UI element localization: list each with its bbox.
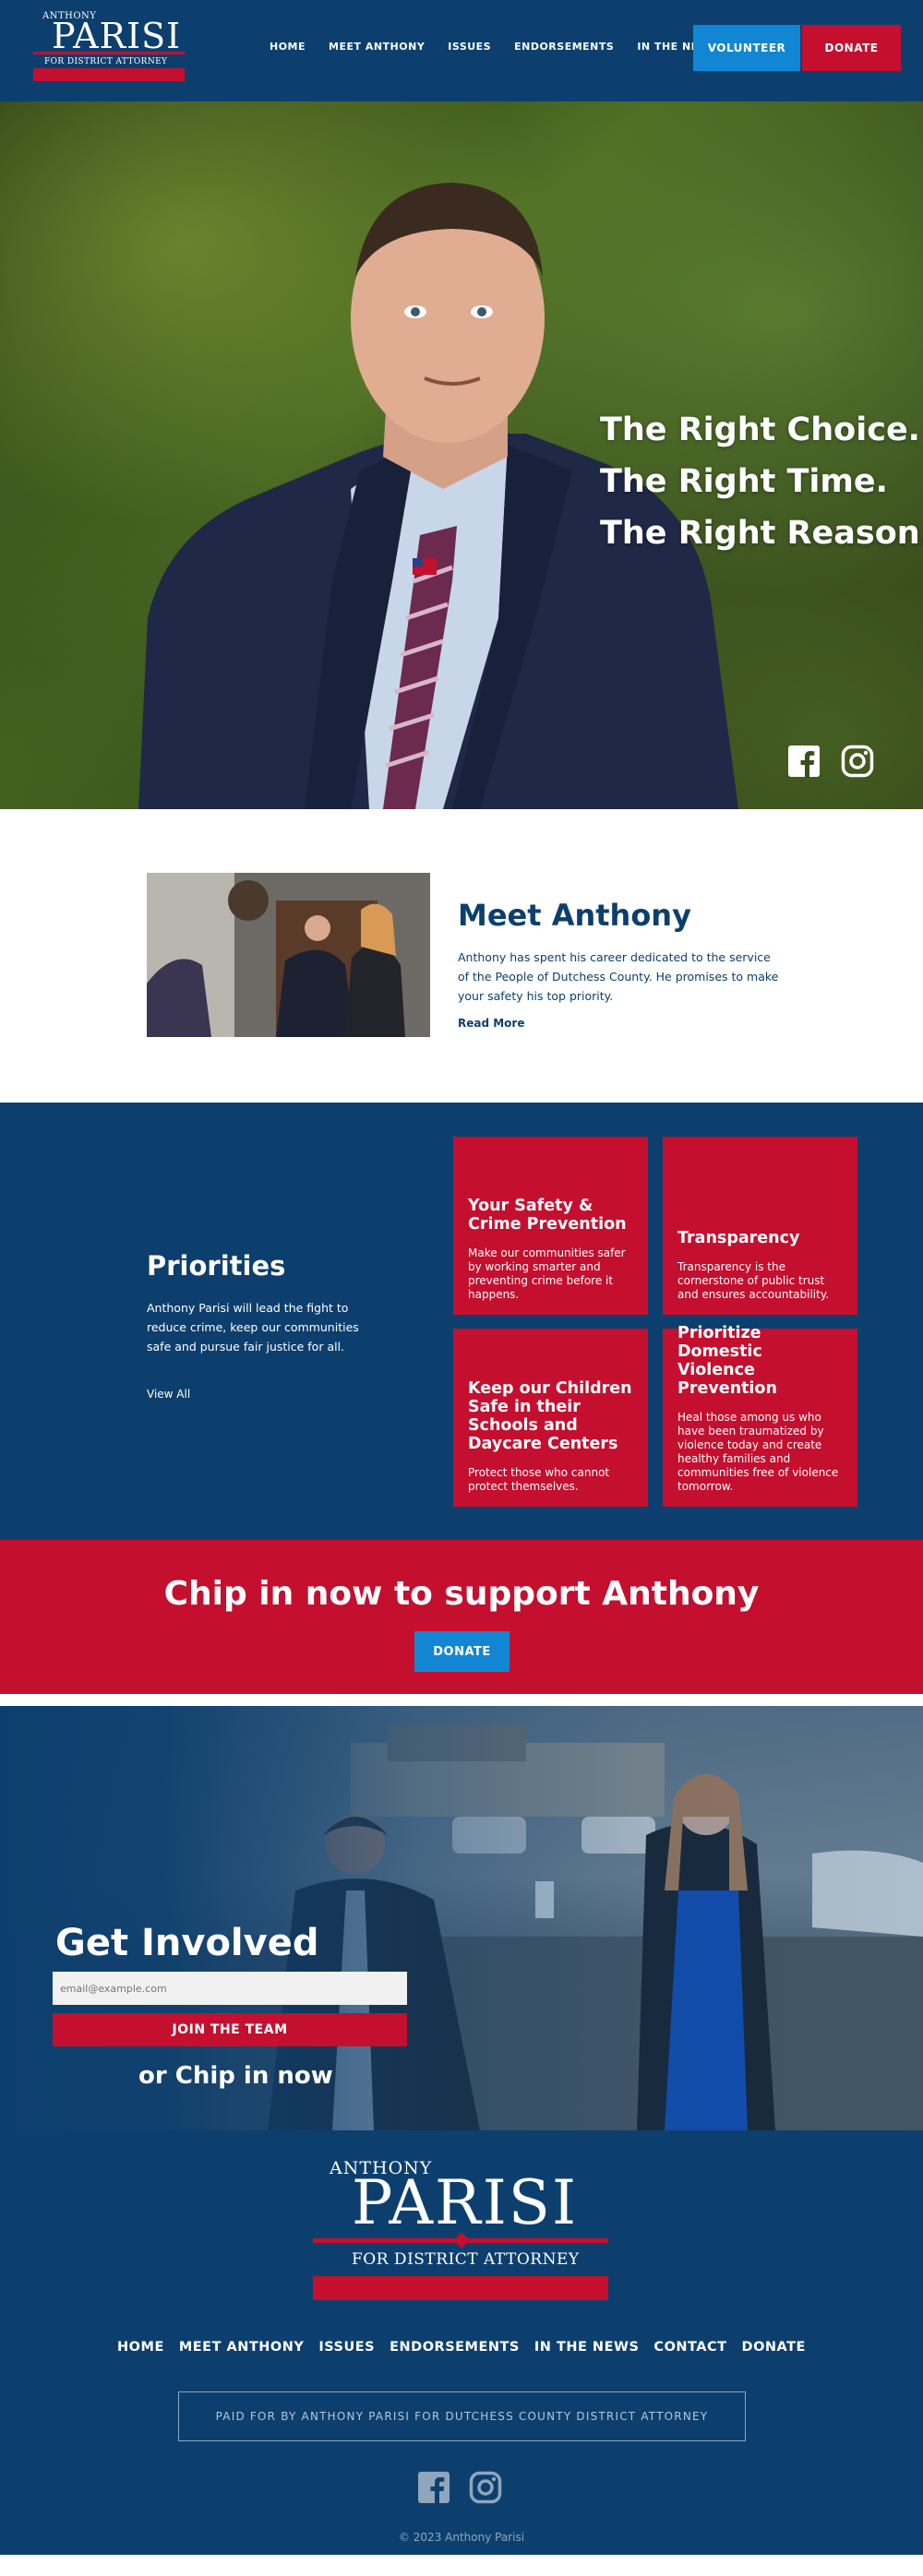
footer-nav-issues[interactable]: ISSUES — [318, 2340, 375, 2355]
priority-card-safety[interactable]: Your Safety & Crime Prevention Make our … — [453, 1137, 648, 1315]
priority-card-transparency[interactable]: Transparency Transparency is the corners… — [663, 1137, 857, 1315]
priority-card-title: Keep our Children Safe in their Schools … — [468, 1379, 632, 1453]
priority-card-desc: Transparency is the cornerstone of publi… — [677, 1260, 830, 1301]
instagram-icon[interactable] — [841, 745, 874, 778]
chip-in-donate-button[interactable]: DONATE — [414, 1631, 509, 1672]
footer-nav-in-the-news[interactable]: IN THE NEWS — [534, 2340, 640, 2355]
hero-line-2: The Right Time. — [600, 463, 888, 500]
meet-description: Anthony has spent his career dedicated t… — [458, 950, 779, 1003]
join-the-team-button[interactable]: JOIN THE TEAM — [53, 2013, 407, 2046]
facebook-icon[interactable] — [417, 2471, 450, 2504]
facebook-icon[interactable] — [787, 745, 821, 778]
footer-logo-last-name: PARISI — [352, 2167, 579, 2238]
get-involved-section: Get Involved JOIN THE TEAM or Chip in no… — [0, 1706, 923, 2130]
nav-meet-anthony[interactable]: MEET ANTHONY — [329, 41, 425, 53]
hero-line-3: The Right Reason. — [600, 515, 923, 552]
nav-endorsements[interactable]: ENDORSEMENTS — [514, 41, 614, 53]
footer-nav-home[interactable]: HOME — [117, 2340, 164, 2355]
chip-in-section: Chip in now to support Anthony DONATE — [0, 1540, 923, 1706]
nav-home[interactable]: HOME — [270, 41, 306, 53]
meet-section: Meet Anthony Anthony has spent his caree… — [0, 809, 923, 1103]
footer-nav-endorsements[interactable]: ENDORSEMENTS — [390, 2340, 520, 2355]
site-footer: ANTHONY PARISI FOR DISTRICT ATTORNEY HOM… — [0, 2130, 923, 2555]
hero-tagline: The Right Choice. The Right Time. The Ri… — [600, 404, 923, 559]
priority-card-domestic-violence[interactable]: Prioritize Domestic Violence Prevention … — [663, 1324, 857, 1507]
volunteer-button[interactable]: VOLUNTEER — [693, 25, 800, 71]
priority-card-desc: Protect those who cannot protect themsel… — [468, 1466, 610, 1493]
hero-section: The Right Choice. The Right Time. The Ri… — [0, 101, 923, 809]
logo-rule — [33, 52, 185, 54]
priority-card-desc: Heal those among us who have been trauma… — [677, 1411, 839, 1493]
priorities-title: Priorities — [147, 1250, 286, 1282]
footer-logo[interactable]: ANTHONY PARISI FOR DISTRICT ATTORNEY — [313, 2158, 608, 2300]
meet-title: Meet Anthony — [458, 898, 691, 933]
hero-line-1: The Right Choice. — [600, 411, 920, 448]
site-header: ANTHONY PARISI FOR DISTRICT ATTORNEY HOM… — [0, 0, 923, 101]
chip-in-title: Chip in now to support Anthony — [163, 1575, 760, 1613]
footer-nav-meet-anthony[interactable]: MEET ANTHONY — [179, 2340, 305, 2355]
footer-logo-bar — [313, 2276, 608, 2300]
email-input[interactable] — [53, 1972, 407, 2005]
priority-card-title: Your Safety & Crime Prevention — [468, 1197, 627, 1234]
footer-nav-donate[interactable]: DONATE — [742, 2340, 806, 2355]
priority-card-title: Transparency — [677, 1229, 800, 1247]
footer-nav-contact[interactable]: CONTACT — [653, 2340, 726, 2355]
meet-photo — [147, 873, 430, 1037]
logo-bar — [33, 68, 185, 81]
priorities-section: Priorities Anthony Parisi will lead the … — [0, 1103, 923, 1540]
nav-issues[interactable]: ISSUES — [448, 41, 491, 53]
instagram-icon[interactable] — [469, 2471, 502, 2504]
chip-in-now-link[interactable]: or Chip in now — [138, 2062, 333, 2090]
footer-social — [417, 2471, 502, 2504]
site-logo[interactable]: ANTHONY PARISI FOR DISTRICT ATTORNEY — [33, 11, 185, 83]
view-all-link[interactable]: View All — [147, 1388, 190, 1401]
priority-card-children[interactable]: Keep our Children Safe in their Schools … — [453, 1329, 648, 1507]
priority-card-desc: Make our communities safer by working sm… — [468, 1246, 626, 1301]
priority-card-title: Prioritize Domestic Violence Prevention — [677, 1324, 777, 1398]
copyright-text: © 2023 Anthony Parisi — [398, 2531, 525, 2544]
read-more-link[interactable]: Read More — [458, 1017, 525, 1030]
donate-button[interactable]: DONATE — [802, 25, 901, 71]
priorities-description: Anthony Parisi will lead the fight to re… — [147, 1301, 359, 1354]
paid-for-disclaimer: PAID FOR BY ANTHONY PARISI FOR DUTCHESS … — [178, 2391, 746, 2441]
logo-office: FOR DISTRICT ATTORNEY — [44, 57, 168, 66]
main-nav: HOME MEET ANTHONY ISSUES ENDORSEMENTS IN… — [270, 41, 741, 53]
footer-nav: HOME MEET ANTHONY ISSUES ENDORSEMENTS IN… — [0, 2340, 923, 2355]
footer-logo-office: FOR DISTRICT ATTORNEY — [352, 2250, 580, 2269]
get-involved-title: Get Involved — [55, 1922, 319, 1964]
logo-last-name: PARISI — [52, 16, 182, 56]
